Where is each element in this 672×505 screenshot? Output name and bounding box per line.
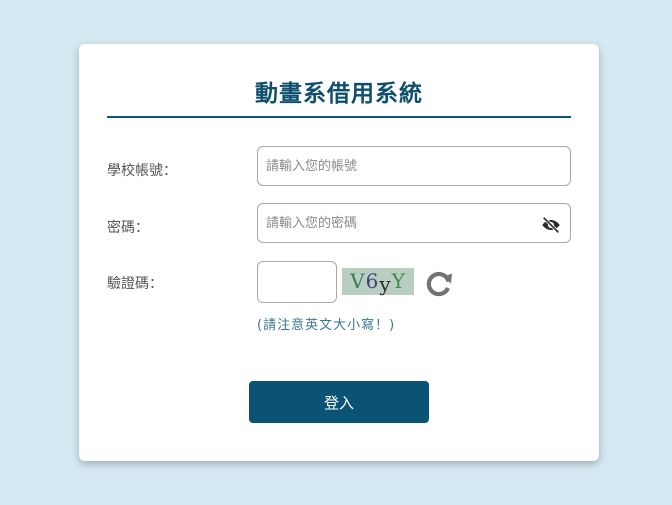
captcha-char: 6 [365,269,380,293]
password-input[interactable] [257,203,571,243]
account-input[interactable] [257,146,571,186]
refresh-icon[interactable] [423,268,455,300]
case-sensitivity-hint: (請注意英文大小寫！) [257,318,396,333]
captcha-char: V [350,269,366,293]
login-card: 動畫系借用系統 學校帳號： 密碼： 驗證碼： V6yY (請注意英文大小寫！) … [79,44,599,461]
captcha-char: Y [391,269,406,293]
page-title: 動畫系借用系統 [255,81,423,107]
eye-slash-icon[interactable] [540,214,562,236]
captcha-input[interactable] [257,261,337,303]
title-divider [107,116,571,118]
captcha-label: 驗證碼： [107,276,163,292]
captcha-image: V6yY [342,268,414,296]
login-button[interactable]: 登入 [249,381,429,423]
captcha-char: y [379,272,392,296]
password-label: 密碼： [107,220,149,236]
account-label: 學校帳號： [107,163,177,179]
